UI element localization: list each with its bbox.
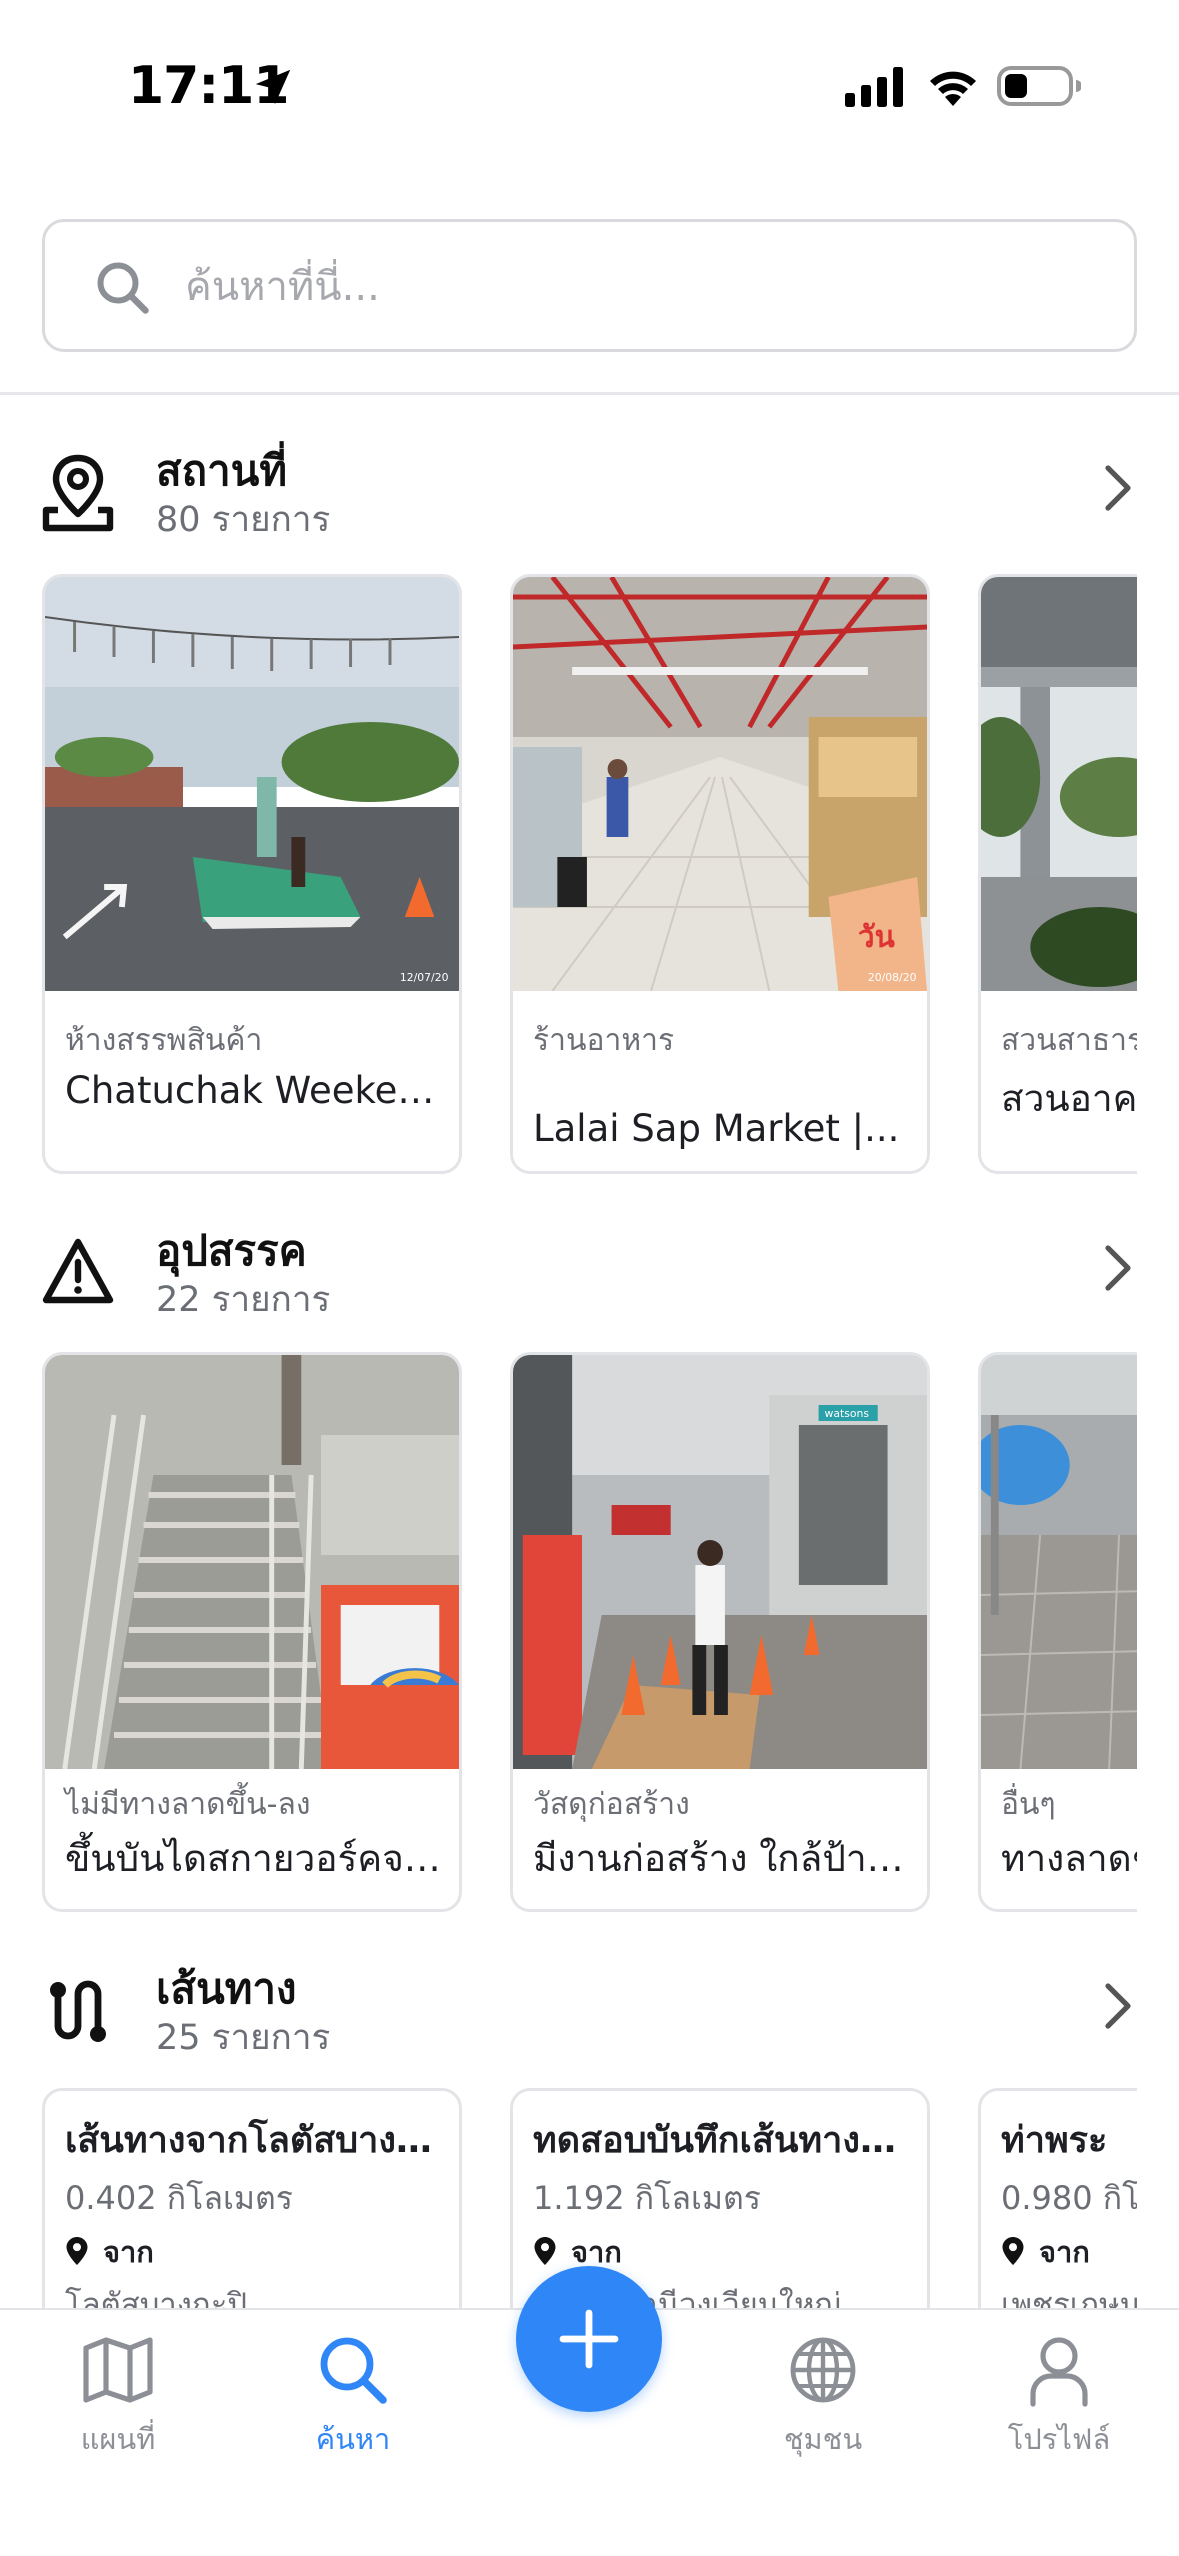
section-count: 80 รายการ — [156, 500, 331, 540]
section-header-places[interactable]: สถานที่ 80 รายการ — [0, 432, 1179, 542]
section-count: 22 รายการ — [156, 1280, 331, 1320]
place-photo — [981, 577, 1137, 991]
route-distance: 1.192 กิโลเมตร — [533, 2179, 761, 2217]
route-card[interactable]: ท่าพระ 0.980 กิโล จาก เพชรเกษม — [978, 2088, 1137, 2328]
map-pin-icon — [534, 2237, 556, 2265]
obstacle-photo — [981, 1355, 1137, 1769]
map-pin-icon — [42, 454, 114, 532]
route-from: จาก — [65, 2229, 154, 2275]
search-box[interactable] — [42, 219, 1137, 352]
map-pin-icon — [1002, 2237, 1024, 2265]
route-from-label: จาก — [1039, 2235, 1090, 2269]
tab-community[interactable]: ชุมชน — [743, 2330, 903, 2470]
chevron-right-icon[interactable] — [1098, 1242, 1138, 1294]
map-pin-icon — [66, 2237, 88, 2265]
card-category: วัสดุก่อสร้าง — [533, 1787, 690, 1822]
add-button[interactable] — [516, 2266, 662, 2412]
route-title: เส้นทางจากโลตัสบางกะ... — [65, 2120, 445, 2161]
photo-sign-text: watsons — [824, 1407, 869, 1420]
route-title: ทดสอบบันทึกเส้นทางด้... — [533, 2120, 913, 2161]
obstacle-card[interactable]: ไม่มีทางลาดขึ้น-ลง ขึ้นบันไดสกายวอร์คจาก… — [42, 1352, 462, 1912]
map-icon — [83, 2337, 153, 2403]
tab-bar: แผนที่ ค้นหา ชุมชน โปรไฟล์ — [0, 2266, 1179, 2556]
warning-triangle-icon — [42, 1238, 114, 1304]
section-header-routes[interactable]: เส้นทาง 25 รายการ — [0, 1950, 1179, 2060]
card-title: มีงานก่อสร้าง ใกล้ป้ายร... — [533, 1837, 923, 1880]
section-count: 25 รายการ — [156, 2018, 331, 2058]
tab-profile[interactable]: โปรไฟล์ — [979, 2330, 1139, 2470]
battery-icon — [997, 66, 1081, 106]
section-header-obstacles[interactable]: อุปสรรค 22 รายการ — [0, 1212, 1179, 1322]
route-distance: 0.402 กิโลเมตร — [65, 2179, 293, 2217]
tab-map[interactable]: แผนที่ — [38, 2330, 198, 2470]
search-icon — [97, 262, 149, 314]
tab-label: แผนที่ — [80, 2422, 156, 2456]
cellular-signal-icon — [845, 67, 903, 107]
status-bar: 17:11 — [0, 0, 1179, 170]
places-carousel[interactable]: 12/07/20 ห้างสรรพสินค้า Chatuchak Weeken… — [42, 574, 1137, 1176]
globe-icon — [790, 2337, 856, 2403]
tab-label: ชุมชน — [783, 2422, 863, 2456]
card-title: ทางลาดชั — [1001, 1837, 1137, 1880]
obstacles-carousel[interactable]: ไม่มีทางลาดขึ้น-ลง ขึ้นบันไดสกายวอร์คจาก… — [42, 1352, 1137, 1914]
place-photo: 12/07/20 — [45, 577, 459, 991]
card-title: Chatuchak Weeken... — [65, 1069, 455, 1112]
photo-timestamp: 20/08/20 — [868, 971, 917, 984]
route-distance: 0.980 กิโล — [1001, 2179, 1137, 2217]
wifi-icon — [930, 71, 976, 106]
obstacle-photo: watsons — [513, 1355, 927, 1769]
card-category: ไม่มีทางลาดขึ้น-ลง — [65, 1787, 311, 1822]
chevron-right-icon[interactable] — [1098, 1980, 1138, 2032]
obstacle-card[interactable]: อื่นๆ ทางลาดชั — [978, 1352, 1137, 1912]
place-card[interactable]: สวนสาธาร สวนอาคา — [978, 574, 1137, 1174]
route-from-label: จาก — [103, 2235, 154, 2269]
route-from-label: จาก — [571, 2235, 622, 2269]
card-title: สวนอาคา — [1001, 1077, 1137, 1120]
route-icon — [50, 1980, 106, 2042]
tab-label: โปรไฟล์ — [1007, 2422, 1111, 2456]
obstacle-photo — [45, 1355, 459, 1769]
obstacle-card[interactable]: watsons วัสดุก่อสร้าง มีงานก่อสร้าง ใกล้… — [510, 1352, 930, 1912]
card-category: สวนสาธาร — [1001, 1023, 1137, 1058]
card-category: ห้างสรรพสินค้า — [65, 1023, 263, 1058]
search-input[interactable] — [185, 242, 1085, 332]
tab-label: ค้นหา — [315, 2422, 391, 2456]
tab-search[interactable]: ค้นหา — [273, 2330, 433, 2470]
place-card[interactable]: 12/07/20 ห้างสรรพสินค้า Chatuchak Weeken… — [42, 574, 462, 1174]
search-icon — [320, 2337, 387, 2404]
card-category: ร้านอาหาร — [533, 1023, 675, 1058]
route-from: จาก — [1001, 2229, 1090, 2275]
route-card[interactable]: เส้นทางจากโลตัสบางกะ... 0.402 กิโลเมตร จ… — [42, 2088, 462, 2328]
place-card[interactable]: วัน 20/08/20 ร้านอาหาร Lalai Sap Market … — [510, 574, 930, 1174]
card-category: อื่นๆ — [1001, 1787, 1056, 1822]
plus-icon — [559, 2309, 619, 2369]
place-photo: วัน 20/08/20 — [513, 577, 927, 991]
route-title: ท่าพระ — [1001, 2120, 1108, 2161]
divider — [0, 392, 1179, 395]
card-title: Lalai Sap Market |... — [533, 1107, 900, 1150]
card-title: ขึ้นบันไดสกายวอร์คจาก... — [65, 1837, 455, 1880]
photo-sign-text: วัน — [858, 920, 895, 955]
person-icon — [1030, 2337, 1088, 2407]
chevron-right-icon[interactable] — [1098, 462, 1138, 514]
location-arrow-icon — [255, 69, 291, 105]
photo-timestamp: 12/07/20 — [400, 971, 449, 984]
